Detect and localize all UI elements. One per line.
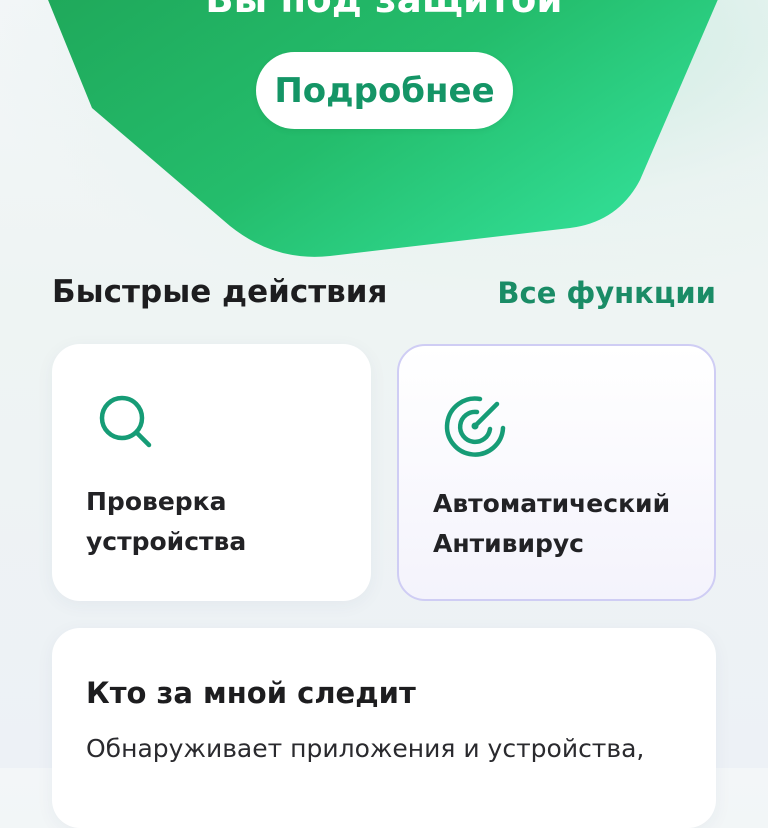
device-scan-label-line2: устройства [86,527,247,556]
auto-antivirus-card[interactable]: Автоматический Антивирус [397,344,716,601]
auto-antivirus-label-line2: Антивирус [433,529,584,558]
all-features-link[interactable]: Все функции [497,276,716,310]
quick-actions-title: Быстрые действия [52,274,388,310]
device-scan-label-line1: Проверка [86,487,227,516]
auto-antivirus-label-line1: Автоматический [433,489,671,518]
device-scan-label: Проверка устройства [86,482,356,562]
protection-status-title: Вы под защитой [0,0,768,21]
who-is-tracking-card[interactable]: Кто за мной следит Обнаруживает приложен… [52,628,716,828]
hero-shield-shape [48,0,718,257]
search-icon [99,395,152,448]
who-is-tracking-description: Обнаруживает приложения и устройства, [86,734,645,763]
radar-icon [444,396,506,457]
details-button[interactable]: Подробнее [256,52,513,129]
hero-banner: Вы под защитой Подробнее [0,0,768,290]
auto-antivirus-label: Автоматический Антивирус [433,484,703,564]
device-scan-card[interactable]: Проверка устройства [52,344,371,601]
who-is-tracking-title: Кто за мной следит [86,676,416,710]
